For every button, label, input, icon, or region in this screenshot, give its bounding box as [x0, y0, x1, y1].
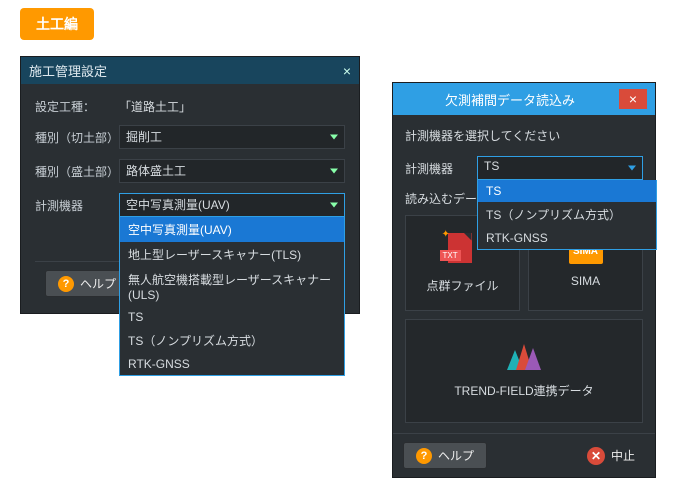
- device-option[interactable]: TS（ノンプリズム方式）: [120, 328, 344, 353]
- dialog-titlebar: 施工管理設定 ×: [21, 57, 359, 84]
- close-icon[interactable]: ×: [619, 89, 647, 109]
- cancel-label: 中止: [611, 447, 635, 464]
- help-button[interactable]: ? ヘルプ: [403, 442, 487, 469]
- cut-type-label: 種別（切土部）: [35, 129, 119, 146]
- dialog-title: 施工管理設定: [29, 61, 107, 80]
- trend-field-tile[interactable]: TREND-FIELD連携データ: [405, 319, 643, 423]
- help-label: ヘルプ: [438, 447, 474, 464]
- device-select[interactable]: 空中写真測量(UAV): [119, 193, 345, 217]
- device-option[interactable]: 空中写真測量(UAV): [120, 217, 344, 242]
- device-dropdown: TS TS（ノンプリズム方式） RTK-GNSS: [477, 180, 657, 250]
- device-label: 計測機器: [405, 160, 477, 177]
- device-option[interactable]: TS: [478, 180, 656, 202]
- fill-type-label: 種別（盛土部）: [35, 163, 119, 180]
- tile-label: TREND-FIELD連携データ: [454, 382, 593, 399]
- chevron-down-icon: [330, 203, 338, 208]
- device-dropdown: 空中写真測量(UAV) 地上型レーザースキャナー(TLS) 無人航空機搭載型レー…: [119, 217, 345, 376]
- section-badge: 土工編: [20, 8, 94, 40]
- set-type-value: 「道路土工」: [119, 98, 345, 115]
- missing-data-import-dialog: 欠測補間データ読込み × 計測機器を選択してください 計測機器 TS TS TS…: [392, 82, 656, 478]
- fill-type-select[interactable]: 路体盛土工: [119, 159, 345, 183]
- cancel-icon: ✕: [587, 447, 605, 465]
- help-icon: ?: [416, 448, 432, 464]
- cut-type-value: 掘削工: [126, 130, 162, 144]
- device-option[interactable]: RTK-GNSS: [120, 353, 344, 375]
- device-value: 空中写真測量(UAV): [126, 198, 230, 212]
- help-label: ヘルプ: [80, 275, 116, 292]
- dialog-title: 欠測補間データ読込み: [401, 90, 619, 109]
- device-option[interactable]: TS（ノンプリズム方式）: [478, 202, 656, 227]
- device-option[interactable]: TS: [120, 306, 344, 328]
- fill-type-value: 路体盛土工: [126, 164, 186, 178]
- chevron-down-icon: [330, 135, 338, 140]
- chevron-down-icon: [628, 166, 636, 171]
- help-icon: ?: [58, 276, 74, 292]
- device-option[interactable]: RTK-GNSS: [478, 227, 656, 249]
- tile-label: SIMA: [571, 274, 600, 288]
- device-label: 計測機器: [35, 197, 119, 214]
- device-option[interactable]: 地上型レーザースキャナー(TLS): [120, 242, 344, 267]
- set-type-label: 設定工種：: [35, 98, 119, 115]
- help-button[interactable]: ? ヘルプ: [45, 270, 129, 297]
- device-select[interactable]: TS: [477, 156, 643, 180]
- chevron-down-icon: [330, 169, 338, 174]
- cancel-button[interactable]: ✕ 中止: [577, 443, 645, 469]
- tile-label: 点群ファイル: [426, 277, 498, 294]
- prompt-text: 計測機器を選択してください: [405, 127, 643, 144]
- construction-settings-dialog: 施工管理設定 × 設定工種： 「道路土工」 種別（切土部） 掘削工 種別（盛土部…: [20, 56, 360, 314]
- close-icon[interactable]: ×: [343, 63, 351, 79]
- dialog-titlebar: 欠測補間データ読込み ×: [393, 83, 655, 115]
- cut-type-select[interactable]: 掘削工: [119, 125, 345, 149]
- device-option[interactable]: 無人航空機搭載型レーザースキャナー(ULS): [120, 267, 344, 306]
- txt-file-icon: ✦: [448, 233, 478, 267]
- trend-field-icon: [507, 344, 541, 370]
- device-value: TS: [484, 159, 499, 173]
